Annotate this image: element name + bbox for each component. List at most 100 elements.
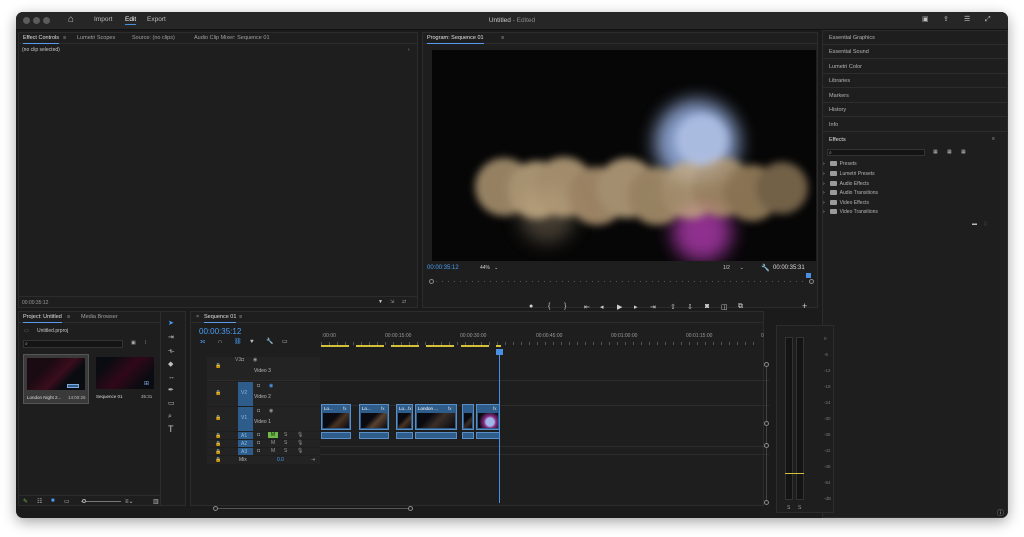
tab-audio-clip-mixer[interactable]: Audio Clip Mixer: Sequence 01 [194, 35, 270, 41]
program-timecode[interactable]: 00:00:35:12 [427, 265, 459, 271]
effects-menu-icon[interactable]: ≡ [992, 136, 995, 142]
razor-tool-icon[interactable]: ◆ [168, 361, 173, 368]
hscroll-right-handle[interactable] [408, 506, 413, 511]
mark-in-icon[interactable]: { [548, 303, 550, 310]
panels-icon[interactable]: ☰ [964, 16, 970, 23]
folder-lumetri-presets[interactable]: › Lumetri Presets [823, 171, 875, 177]
thumbnail-size-slider[interactable] [81, 501, 121, 502]
tab-project[interactable]: Project: Untitled [23, 314, 62, 323]
ripple-edit-tool-icon[interactable]: ⟛ [168, 348, 174, 355]
effects-title[interactable]: Effects [829, 137, 846, 143]
vscroll-bottom-handle[interactable] [764, 500, 769, 505]
resolution-select[interactable]: 1/2 ⌄ [723, 265, 744, 271]
freeform-view-icon[interactable]: ▭ [64, 498, 70, 505]
panel-essential-sound[interactable]: Essential Sound [823, 45, 1007, 59]
program-menu-icon[interactable]: ≡ [501, 35, 504, 41]
captions-icon[interactable]: ▭ [282, 339, 288, 345]
folder-audio-effects[interactable]: › Audio Effects [823, 181, 869, 187]
audio-clip[interactable] [476, 432, 500, 439]
track-target-a3[interactable]: A3 [238, 448, 253, 455]
selection-tool-icon[interactable]: ➤ [168, 320, 174, 327]
hscroll-left-handle[interactable] [213, 506, 218, 511]
solo-button-a3[interactable]: S [284, 448, 287, 454]
sort-icon[interactable]: ≡⌄ [125, 498, 134, 505]
lock-icon[interactable]: 🔒 [215, 415, 221, 421]
video-clip[interactable]: Lo... fx [396, 404, 413, 430]
play-button[interactable]: ▶ [617, 303, 622, 311]
track-target-a1[interactable]: A1 [238, 432, 253, 439]
solo-right[interactable]: S [798, 505, 801, 511]
folder-audio-transitions[interactable]: › Audio Transitions [823, 190, 878, 196]
new-folder-icon[interactable]: ▣ [131, 340, 136, 346]
track-v3[interactable] [207, 357, 769, 381]
audio-clip[interactable] [359, 432, 389, 439]
project-menu-icon[interactable]: ≡ [67, 314, 70, 320]
go-to-end-icon[interactable]: ⇥ [311, 457, 315, 463]
pen-tool-icon[interactable]: ✒ [168, 387, 174, 394]
solo-button-a1[interactable]: S [284, 432, 287, 438]
toggle-sync-icon[interactable]: ◘ [257, 432, 260, 438]
eye-icon[interactable]: ◉ [269, 383, 273, 389]
go-to-out-icon[interactable]: ⇥ [650, 303, 656, 311]
mute-button-a1[interactable]: M [268, 432, 278, 438]
timeline-timecode[interactable]: 00:00:35:12 [199, 327, 241, 336]
track-a3[interactable] [320, 448, 769, 455]
eye-icon[interactable]: ◉ [269, 408, 273, 414]
tab-media-browser[interactable]: Media Browser [81, 314, 118, 320]
panel-libraries[interactable]: Libraries [823, 74, 1007, 88]
panel-lumetri-color[interactable]: Lumetri Color [823, 60, 1007, 74]
microphone-icon[interactable]: 🎙 [297, 440, 303, 446]
panel-info[interactable]: Info [823, 118, 1007, 132]
panel-markers[interactable]: Markers [823, 89, 1007, 103]
collapse-icon[interactable]: ‹ [408, 47, 410, 53]
solo-button-a2[interactable]: S [284, 440, 287, 446]
lift-icon[interactable]: ⇧ [670, 303, 676, 311]
folder-video-effects[interactable]: › Video Effects [823, 200, 869, 206]
wrench-icon[interactable]: 🔧 [761, 264, 770, 272]
video-clip[interactable] [462, 404, 474, 430]
fullscreen-icon[interactable]: ⤢ [985, 16, 991, 23]
toggle-sync-icon[interactable]: ◘ [257, 448, 260, 454]
video-clip[interactable]: Lo... fx [321, 404, 351, 430]
workspace-icon[interactable]: ▣ [922, 16, 929, 23]
project-more-icon[interactable]: ⁞ [145, 340, 146, 346]
timeline-vertical-scrollbar[interactable] [766, 364, 767, 502]
sequence-menu-icon[interactable]: ≡ [239, 314, 242, 320]
accelerated-effects-icon[interactable]: ▦ [933, 149, 938, 155]
export-frame-icon[interactable]: ⇲ [390, 299, 394, 305]
effects-search-input[interactable]: ⌕ [827, 149, 925, 156]
video-clip[interactable]: fx [476, 404, 500, 430]
audio-clip[interactable] [462, 432, 474, 439]
lock-icon[interactable]: 🔒 [215, 441, 221, 447]
track-select-tool-icon[interactable]: ⇥ [168, 334, 174, 341]
mute-button-a3[interactable]: M [271, 448, 275, 454]
mix-volume[interactable]: 0.0 [277, 457, 284, 463]
nest-icon[interactable]: ⟗ [200, 339, 205, 345]
camera-icon[interactable]: ◙ [705, 303, 709, 310]
panel-history[interactable]: History [823, 103, 1007, 117]
vscroll-top-handle[interactable] [764, 362, 769, 367]
step-forward-icon[interactable]: ▸ [634, 303, 638, 311]
hand-tool-icon[interactable]: ⌕ [168, 413, 172, 420]
snap-icon[interactable]: ∩ [218, 339, 222, 345]
program-scrubber[interactable] [429, 273, 816, 285]
linked-selection-icon[interactable]: ⛓ [234, 339, 242, 345]
lock-icon[interactable]: 🔒 [215, 449, 221, 455]
slip-tool-icon[interactable]: ↔ [168, 374, 175, 381]
timeline-horizontal-scrollbar[interactable] [216, 508, 411, 509]
track-target-v2[interactable]: V2 [238, 382, 253, 406]
info-icon[interactable]: ⓘ [997, 508, 1004, 518]
timeline-settings-icon[interactable]: 🔧 [266, 339, 273, 345]
toggle-output-icon[interactable]: ◘ [257, 408, 260, 414]
extract-icon[interactable]: ⇩ [687, 303, 693, 311]
zoom-select[interactable]: 44% ⌄ [480, 265, 498, 271]
video-preview[interactable] [432, 50, 816, 261]
microphone-icon[interactable]: 🎙 [297, 448, 303, 454]
tab-program[interactable]: Program: Sequence 01 [427, 35, 484, 44]
new-bin-icon[interactable]: ▬ [972, 221, 977, 227]
audio-clip[interactable] [396, 432, 413, 439]
panel-essential-graphics[interactable]: Essential Graphics [823, 31, 1007, 45]
folder-video-transitions[interactable]: › Video Transitions [823, 209, 878, 215]
playhead[interactable] [499, 351, 500, 503]
playhead-handle[interactable] [496, 349, 503, 355]
